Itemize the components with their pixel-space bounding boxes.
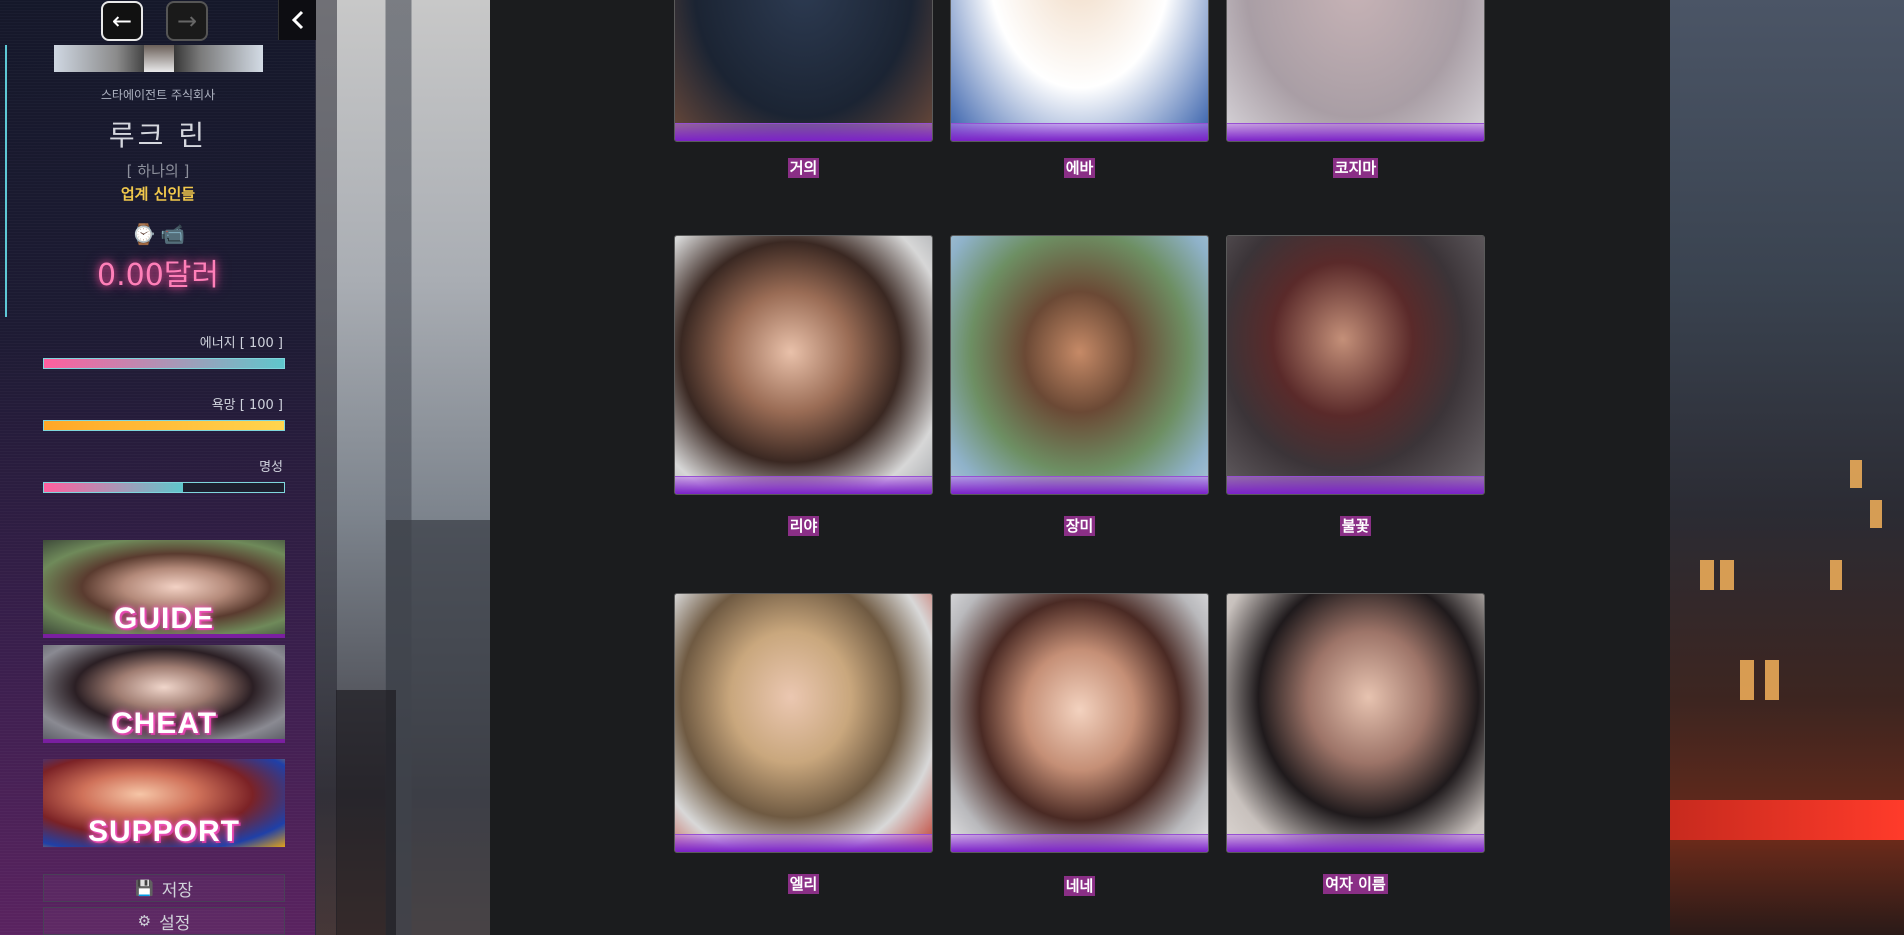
energy-bar (43, 358, 285, 369)
character-card[interactable] (950, 0, 1209, 142)
city-background-right (1670, 0, 1904, 935)
character-photo (675, 236, 932, 494)
floppy-disk-icon: 💾 (135, 879, 154, 897)
character-photo (951, 594, 1208, 852)
lust-label: 욕망 [ 100 ] (211, 398, 283, 413)
character-photo (675, 0, 932, 141)
lust-bar (43, 420, 285, 431)
character-card[interactable] (950, 593, 1209, 853)
character-name: 여자 이름 (1323, 874, 1388, 894)
character-photo (675, 594, 932, 852)
character-name: 거의 (787, 158, 820, 178)
character-card[interactable] (1226, 593, 1485, 853)
status-sub: [ 하나의 ] (126, 162, 190, 180)
forward-button[interactable]: → (166, 1, 208, 41)
character-name: 엘리 (787, 874, 820, 894)
character-card[interactable] (950, 235, 1209, 495)
character-card[interactable] (674, 593, 933, 853)
fame-label: 명성 (259, 460, 283, 475)
character-name: 리야 (787, 516, 820, 536)
cheat-banner[interactable]: CHEAT (43, 645, 285, 743)
character-grid: 거의 에바 코지마 리야 장미 불꽃 엘리 네네 여자 이름 (490, 0, 1670, 935)
money-display: 0.00달러 (97, 258, 219, 293)
character-card[interactable] (674, 235, 933, 495)
character-photo (1227, 0, 1484, 141)
energy-label: 에너지 [ 100 ] (199, 336, 283, 351)
company-name: 스타에이전트 주식회사 (100, 88, 216, 102)
character-name: 불꽃 (1339, 516, 1372, 536)
settings-button[interactable]: ⚙ 설정 (43, 907, 285, 935)
character-name: 장미 (1063, 516, 1096, 536)
character-photo (1227, 594, 1484, 852)
gear-icon: ⚙ (137, 912, 152, 930)
character-photo (951, 236, 1208, 494)
character-photo (1227, 236, 1484, 494)
save-button[interactable]: 💾 저장 (43, 874, 285, 902)
character-card[interactable] (674, 0, 933, 142)
sidebar: ← → 스타에이전트 주식회사 루크 린 [ 하나의 ] 업계 신인들 ⌚ 📹 0… (0, 0, 316, 935)
watch-icon[interactable]: ⌚ (131, 222, 156, 246)
fame-bar (43, 482, 285, 493)
chevron-left-icon (291, 10, 303, 30)
back-button[interactable]: ← (101, 1, 143, 41)
character-card[interactable] (1226, 0, 1485, 142)
character-card[interactable] (1226, 235, 1485, 495)
game-screen: 거의 에바 코지마 리야 장미 불꽃 엘리 네네 여자 이름 ← → 스타에이전… (0, 0, 1904, 935)
support-banner[interactable]: SUPPORT (43, 759, 285, 847)
character-name: 에바 (1063, 158, 1096, 178)
character-name: 코지마 (1332, 158, 1379, 178)
arrow-right-icon: → (176, 7, 198, 35)
guide-banner[interactable]: GUIDE (43, 540, 285, 638)
status-rank: 업계 신인들 (120, 185, 196, 203)
status-icons: ⌚ 📹 (0, 222, 316, 246)
city-background-left (316, 0, 490, 935)
character-name: 네네 (1063, 876, 1096, 896)
arrow-left-icon: ← (111, 7, 133, 35)
character-photo (951, 0, 1208, 141)
player-portrait (54, 45, 263, 72)
collapse-sidebar-button[interactable] (278, 0, 316, 40)
player-name: 루크 린 (108, 119, 208, 152)
video-camera-icon[interactable]: 📹 (160, 222, 185, 246)
